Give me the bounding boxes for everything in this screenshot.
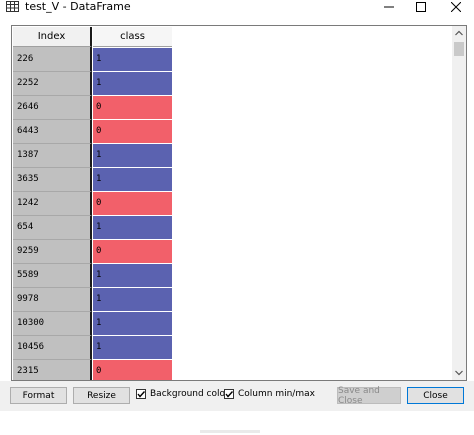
table-row[interactable]: 5589 1 — [13, 264, 172, 288]
table-row[interactable]: 2252 1 — [13, 72, 172, 96]
scroll-down-icon[interactable] — [455, 370, 463, 376]
class-value-cell[interactable]: 0 — [93, 360, 172, 380]
table-row[interactable]: 2646 0 — [13, 96, 172, 120]
minimize-button[interactable] — [374, 0, 404, 14]
row-index-cell[interactable]: 9978 — [13, 288, 92, 312]
class-value-cell[interactable]: 1 — [93, 48, 172, 72]
format-button[interactable]: Format — [10, 387, 67, 404]
background-color-checkbox[interactable]: Background color — [136, 389, 229, 399]
minimize-icon — [384, 6, 394, 8]
class-value-cell[interactable]: 0 — [93, 240, 172, 264]
table-grid-icon — [6, 1, 19, 12]
close-icon — [451, 2, 461, 12]
maximize-icon — [416, 2, 426, 12]
table-row[interactable]: 1387 1 — [13, 144, 172, 168]
class-value-cell[interactable]: 1 — [93, 168, 172, 192]
row-index-cell[interactable]: 654 — [13, 216, 92, 240]
scroll-up-icon[interactable] — [455, 30, 463, 36]
close-window-button[interactable] — [441, 0, 471, 14]
column-minmax-checkbox[interactable]: Column min/max — [224, 389, 315, 399]
window-title: test_V - DataFrame — [25, 0, 131, 13]
class-value-cell[interactable]: 1 — [93, 312, 172, 336]
class-value-cell[interactable]: 0 — [93, 192, 172, 216]
class-value-cell[interactable]: 1 — [93, 336, 172, 360]
row-index-cell[interactable]: 1242 — [13, 192, 92, 216]
checkmark-icon — [225, 391, 234, 398]
table-row[interactable]: 654 1 — [13, 216, 172, 240]
class-value-cell[interactable]: 1 — [93, 216, 172, 240]
table-row[interactable]: 2315 0 — [13, 360, 172, 380]
save-and-close-button[interactable]: Save and Close — [337, 386, 401, 406]
table-row[interactable]: 9978 1 — [13, 288, 172, 312]
background-color-label: Background color — [150, 389, 229, 399]
row-index-cell[interactable]: 3635 — [13, 168, 92, 192]
table-row[interactable]: 9259 0 — [13, 240, 172, 264]
row-index-cell[interactable]: 2646 — [13, 96, 92, 120]
dataframe-table: Index class 226 1 2252 1 2646 0 6443 0 1387 1 3635… — [11, 25, 467, 381]
row-index-cell[interactable]: 1387 — [13, 144, 92, 168]
table-row[interactable]: 6443 0 — [13, 120, 172, 144]
scroll-thumb[interactable] — [454, 42, 464, 56]
table-row[interactable]: 1242 0 — [13, 192, 172, 216]
table-row[interactable]: 3635 1 — [13, 168, 172, 192]
table-row[interactable]: 226 1 — [13, 48, 172, 72]
row-index-cell[interactable]: 2252 — [13, 72, 92, 96]
row-index-cell[interactable]: 10456 — [13, 336, 92, 360]
index-header[interactable]: Index — [13, 27, 92, 47]
class-value-cell[interactable]: 1 — [93, 288, 172, 312]
row-index-cell[interactable]: 2315 — [13, 360, 92, 380]
row-index-cell[interactable]: 6443 — [13, 120, 92, 144]
row-index-cell[interactable]: 9259 — [13, 240, 92, 264]
resize-button[interactable]: Resize — [73, 387, 130, 404]
class-column-header[interactable]: class — [93, 27, 172, 47]
footer-blur — [200, 430, 260, 433]
table-row[interactable]: 10456 1 — [13, 336, 172, 360]
table-row[interactable]: 10300 1 — [13, 312, 172, 336]
vertical-scrollbar[interactable] — [452, 26, 466, 380]
class-value-cell[interactable]: 0 — [93, 120, 172, 144]
class-value-cell[interactable]: 0 — [93, 96, 172, 120]
title-bar: test_V - DataFrame — [0, 0, 474, 18]
maximize-button[interactable] — [406, 0, 436, 14]
class-value-cell[interactable]: 1 — [93, 264, 172, 288]
checkbox-box[interactable] — [224, 389, 234, 399]
row-index-cell[interactable]: 5589 — [13, 264, 92, 288]
class-value-cell[interactable]: 1 — [93, 144, 172, 168]
column-minmax-label: Column min/max — [238, 389, 315, 399]
class-value-cell[interactable]: 1 — [93, 72, 172, 96]
row-index-cell[interactable]: 10300 — [13, 312, 92, 336]
checkbox-box[interactable] — [136, 389, 146, 399]
checkmark-icon — [137, 391, 146, 398]
close-button[interactable]: Close — [407, 387, 464, 404]
row-index-cell[interactable]: 226 — [13, 48, 92, 72]
